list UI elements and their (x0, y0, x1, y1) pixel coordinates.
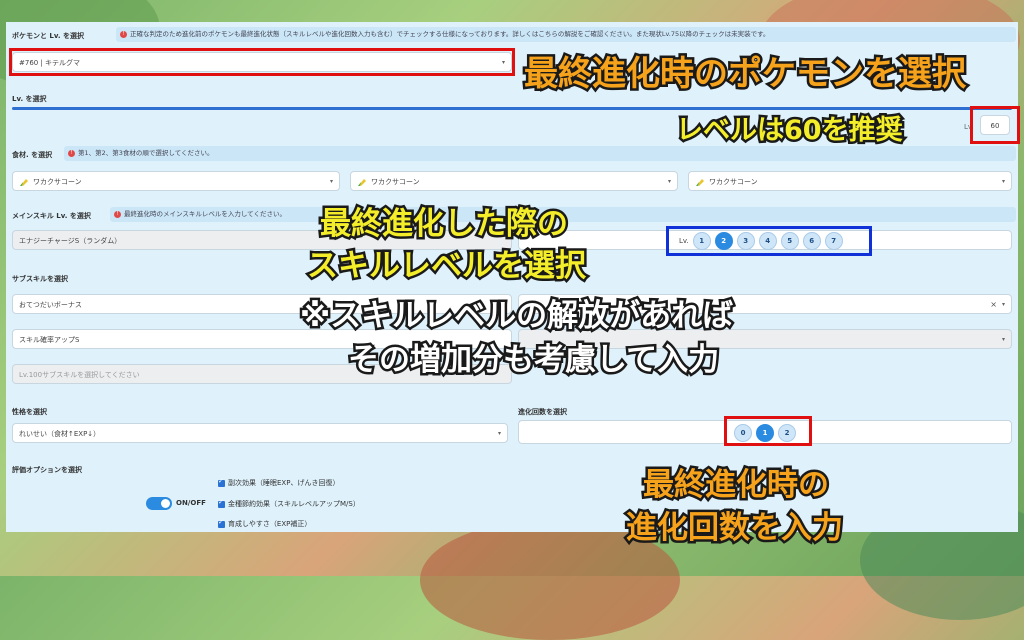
chevron-down-icon: ▾ (1001, 336, 1005, 343)
ingredient-value-3: ワカクサコーン (709, 178, 758, 186)
clear-icon[interactable]: × (990, 295, 997, 313)
pokemon-highlight-box (9, 48, 515, 76)
ingredient-select-2[interactable]: ワカクサコーン ▾ (350, 171, 678, 191)
info-icon: ! (120, 30, 127, 38)
pokemon-section-label: ポケモンと Lv. を選択 (12, 32, 84, 40)
chevron-down-icon: ▾ (1001, 178, 1005, 185)
eval-check-3-label: 育成しやすさ（EXP補正） (228, 520, 312, 528)
sub-skill-value-1: おてつだいボーナス (19, 301, 82, 309)
ingredients-note-text: 第1、第2、第3食材の順で選択してください。 (78, 149, 214, 157)
pokemon-note-text: 正確な判定のため進化前のポケモンも最終進化状態（スキルレベルや進化回数入力も含む… (130, 30, 770, 38)
nature-value: れいせい（食材↑EXP↓） (19, 430, 101, 438)
note-callout-line2: その増加分も考慮して入力 (345, 340, 721, 381)
eval-check-3[interactable]: 育成しやすさ（EXP補正） (218, 518, 312, 529)
eval-toggle-label: ON/OFF (176, 499, 206, 507)
chevron-down-icon: ▾ (667, 178, 671, 185)
evolution-callout-line1: 最終進化時の (641, 465, 832, 506)
evolution-section-label: 進化回数を選択 (518, 408, 567, 416)
pokemon-callout: 最終進化時のポケモンを選択 (522, 52, 969, 97)
eval-check-1[interactable]: 副次効果（睡眠EXP、げんき回復） (218, 477, 340, 488)
ingredients-note: ! 第1、第2、第3食材の順で選択してください。 (64, 146, 1016, 161)
eval-check-2[interactable]: 金種節約効果（スキルレベルアップM/S） (218, 498, 360, 509)
skill-callout-line2: スキルレベルを選択 (305, 246, 589, 287)
evolution-highlight-box (724, 416, 812, 446)
eval-toggle[interactable] (146, 497, 172, 510)
main-skill-value: エナジーチャージS（ランダム） (19, 237, 122, 245)
skill-callout-line1: 最終進化した際の (318, 204, 571, 245)
info-icon: ! (114, 210, 121, 218)
corn-icon (20, 179, 28, 186)
sub-skill-value-3: スキル確率アップS (19, 336, 80, 344)
main-skill-note-text: 最終進化時のメインスキルレベルを入力してください。 (124, 210, 286, 218)
evolution-callout-line2: 進化回数を入力 (624, 508, 846, 549)
chevron-down-icon: ▾ (497, 430, 501, 437)
checkbox-icon[interactable] (218, 498, 225, 508)
nature-select[interactable]: れいせい（食材↑EXP↓） ▾ (12, 423, 508, 443)
corn-icon (696, 179, 704, 186)
ingredient-select-3[interactable]: ワカクサコーン ▾ (688, 171, 1012, 191)
pokemon-note: ! 正確な判定のため進化前のポケモンも最終進化状態（スキルレベルや進化回数入力も含… (116, 27, 1016, 42)
level-highlight-box (970, 106, 1020, 144)
note-callout-line1: ※スキルレベルの解放があれば (297, 296, 735, 337)
level-section-label: Lv. を選択 (12, 95, 47, 103)
skill-level-highlight-box (666, 226, 872, 256)
eval-options-section-label: 評価オプションを選択 (12, 466, 82, 474)
ingredient-select-1[interactable]: ワカクサコーン ▾ (12, 171, 340, 191)
ingredient-value-2: ワカクサコーン (371, 178, 420, 186)
chevron-down-icon: ▾ (329, 178, 333, 185)
nature-section-label: 性格を選択 (12, 408, 47, 416)
main-skill-section-label: メインスキル Lv. を選択 (12, 212, 91, 220)
sub-skill-placeholder: Lv.100サブスキルを選択してください (19, 371, 140, 379)
eval-check-2-label: 金種節約効果（スキルレベルアップM/S） (228, 500, 360, 508)
ingredients-section-label: 食材. を選択 (12, 151, 53, 159)
chevron-down-icon: ▾ (1001, 301, 1005, 308)
checkbox-icon[interactable] (218, 477, 225, 487)
sub-skill-section-label: サブスキルを選択 (12, 275, 68, 283)
info-icon: ! (68, 149, 75, 157)
corn-icon (358, 179, 366, 186)
eval-check-1-label: 副次効果（睡眠EXP、げんき回復） (228, 479, 340, 487)
level-callout: レベルは60を推奨 (674, 113, 906, 149)
checkbox-icon[interactable] (218, 518, 225, 528)
ingredient-value-1: ワカクサコーン (33, 178, 82, 186)
